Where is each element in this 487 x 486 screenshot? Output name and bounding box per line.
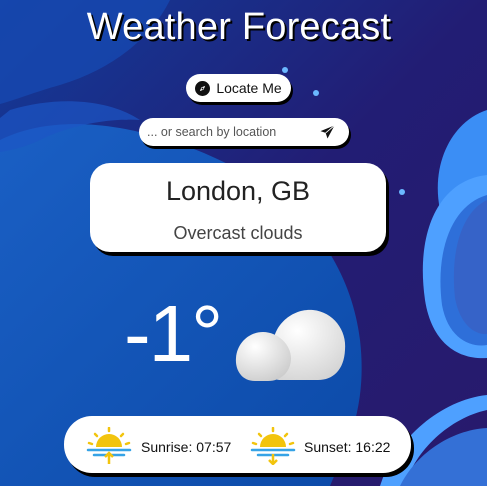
city-name: London, GB bbox=[165, 176, 311, 206]
sunset-time: Sunset: 16:22 bbox=[304, 439, 391, 455]
current-temperature: -1° bbox=[124, 289, 223, 378]
location-search-input[interactable] bbox=[147, 122, 307, 142]
send-icon[interactable] bbox=[320, 125, 335, 139]
weather-condition: Overcast clouds bbox=[173, 223, 303, 243]
locate-me-button[interactable]: Locate Me bbox=[186, 74, 291, 102]
location-card: London, GB Overcast clouds bbox=[90, 163, 386, 252]
sunrise-icon bbox=[86, 427, 132, 464]
sunset-icon bbox=[250, 427, 296, 465]
compass-icon bbox=[195, 80, 211, 96]
page-title: Weather Forecast bbox=[86, 6, 392, 48]
locate-me-label: Locate Me bbox=[216, 80, 282, 96]
sunrise-time: Sunrise: 07:57 bbox=[141, 439, 232, 455]
sun-times-card: Sunrise: 07:57 Sunset: 16:22 bbox=[64, 416, 411, 473]
search-bar bbox=[139, 118, 349, 146]
overcast-cloud-icon bbox=[235, 309, 346, 381]
